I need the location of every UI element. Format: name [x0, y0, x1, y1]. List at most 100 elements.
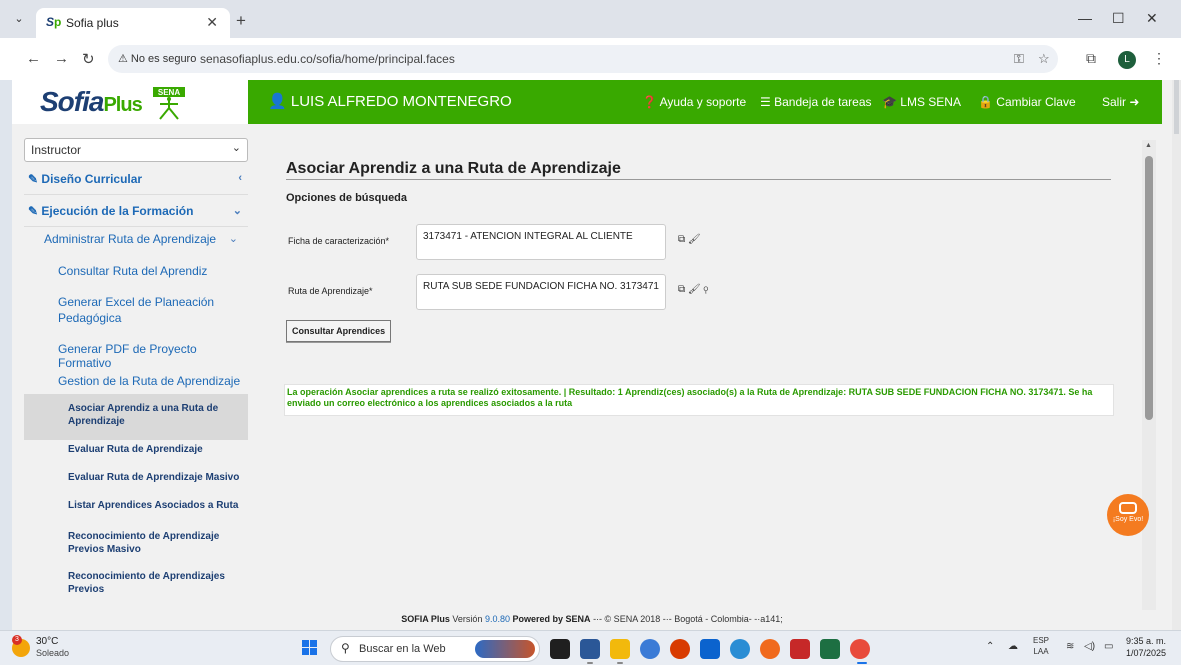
sena-logo: SENA — [153, 87, 185, 120]
clear-brush-icon[interactable]: 🖌 — [688, 234, 701, 245]
new-tab-button[interactable]: + — [236, 11, 246, 31]
title-divider — [286, 179, 1111, 180]
browser-menu-icon[interactable]: ⋮ — [1152, 50, 1166, 67]
battery-icon[interactable]: ▭ — [1104, 641, 1113, 652]
main-content: Asociar Aprendiz a una Ruta de Aprendiza… — [258, 140, 1138, 610]
success-message: La operación Asociar aprendices a ruta s… — [284, 384, 1114, 416]
sofiaplus-logo[interactable]: SofiaPlus — [40, 86, 143, 118]
ruta-tools: ⧉ 🖌 ⚲ — [678, 284, 708, 295]
weather-description[interactable]: Soleado — [36, 648, 69, 658]
chevron-down-icon: ⌄ — [232, 205, 242, 217]
chevron-left-icon: ‹ — [238, 172, 242, 184]
sidebar-item-consultar-ruta[interactable]: Consultar Ruta del Aprendiz — [58, 264, 248, 278]
change-password-link[interactable]: 🔒 Cambiar Clave — [978, 95, 1076, 109]
password-key-icon[interactable]: ⚿ — [1014, 51, 1024, 67]
browser-tab[interactable]: Sp Sofia plus ✕ — [36, 8, 230, 38]
sidebar-item-administrar-ruta[interactable]: Administrar Ruta de Aprendizaje ⌄ — [44, 232, 248, 246]
chat-bot-icon — [1119, 502, 1137, 514]
bookmark-star-icon[interactable]: ☆ — [1038, 51, 1050, 67]
search-highlight-image — [475, 640, 535, 658]
page-scrollbar[interactable] — [1172, 80, 1181, 630]
file-explorer-icon[interactable] — [610, 639, 630, 659]
lms-link[interactable]: 🎓 LMS SENA — [882, 95, 961, 109]
extensions-icon[interactable]: ⧉ — [1086, 50, 1096, 67]
close-tab-icon[interactable]: ✕ — [206, 14, 218, 31]
wifi-icon[interactable]: ≋ — [1066, 641, 1074, 652]
back-button[interactable]: ← — [26, 50, 41, 67]
svg-text:SENA: SENA — [158, 88, 180, 97]
maximize-button[interactable]: ☐ — [1112, 10, 1125, 27]
ficha-textarea[interactable]: 3173471 - ATENCION INTEGRAL AL CLIENTE — [416, 224, 666, 260]
system-clock[interactable]: 9:35 a. m. 1/07/2025 — [1126, 635, 1166, 659]
input-language[interactable]: ESP LAA — [1033, 635, 1049, 657]
excel-icon[interactable] — [820, 639, 840, 659]
ruta-label: Ruta de Aprendizaje* — [288, 286, 373, 296]
site-favicon: Sp — [46, 15, 62, 29]
page-title: Asociar Aprendiz a una Ruta de Aprendiza… — [286, 160, 621, 177]
cloud-icon[interactable]: ☁ — [1008, 641, 1018, 652]
sidebar-item-evaluar-ruta-masivo[interactable]: Evaluar Ruta de Aprendizaje Masivo — [68, 472, 248, 483]
sidebar-item-excel-planeacion[interactable]: Generar Excel de Planeación Pedagógica — [58, 294, 228, 326]
sidebar-item-pdf-proyecto[interactable]: Generar PDF de Proyecto Formativo — [58, 342, 248, 370]
scroll-thumb[interactable] — [1145, 156, 1153, 420]
forward-button[interactable]: → — [54, 50, 69, 67]
select-icon[interactable]: ⧉ — [678, 284, 685, 295]
security-app-icon[interactable] — [790, 639, 810, 659]
chrome-icon[interactable] — [850, 639, 870, 659]
edge-icon[interactable] — [730, 639, 750, 659]
chat-assistant-button[interactable]: ¡Soy Evo! — [1107, 494, 1149, 536]
page-footer: SOFIA Plus Versión 9.0.80 Powered by SEN… — [12, 610, 1172, 630]
tab-search-button[interactable]: ⌄ — [10, 10, 28, 28]
task-view-icon[interactable] — [550, 639, 570, 659]
reload-button[interactable]: ↻ — [82, 50, 95, 68]
firefox-icon[interactable] — [760, 639, 780, 659]
sidebar: Instructor ⌄ ✎ Diseño Curricular ‹ ✎ Eje… — [12, 124, 248, 630]
scroll-up-arrow[interactable]: ▲ — [1145, 142, 1152, 149]
address-bar[interactable]: ⚠ No es seguro senasofiaplus.edu.co/sofi… — [108, 45, 1058, 73]
search-icon: ⚲ — [341, 641, 350, 655]
logout-link[interactable]: Salir ➜ — [1102, 95, 1139, 109]
taskbar-search[interactable]: ⚲ Buscar en la Web — [330, 636, 540, 662]
sidebar-item-ejecucion-formacion[interactable]: ✎ Ejecución de la Formación ⌄ — [28, 204, 252, 218]
ruta-textarea[interactable]: RUTA SUB SEDE FUNDACION FICHA NO. 317347… — [416, 274, 666, 310]
windows-start-icon[interactable] — [302, 640, 318, 656]
photos-icon[interactable] — [640, 639, 660, 659]
volume-icon[interactable]: ◁) — [1084, 641, 1095, 652]
sidebar-item-asociar-aprendiz[interactable]: Asociar Aprendiz a una Ruta de Aprendiza… — [68, 402, 228, 428]
security-indicator[interactable]: ⚠ No es seguro — [118, 52, 196, 65]
consultar-aprendices-button[interactable]: Consultar Aprendices — [286, 320, 392, 342]
sidebar-item-diseno-curricular[interactable]: ✎ Diseño Curricular ‹ — [28, 172, 252, 186]
profile-avatar[interactable]: L — [1118, 51, 1136, 69]
show-hidden-icons[interactable]: ⌃ — [986, 641, 994, 652]
select-icon[interactable]: ⧉ — [678, 234, 685, 245]
edit-icon: ✎ — [28, 172, 39, 186]
sidebar-item-reconocimiento-previos[interactable]: Reconocimiento de Aprendizajes Previos — [68, 570, 228, 596]
screen: ⌄ Sp Sofia plus ✕ + — ☐ ✕ ← → ↻ ⚠ No es … — [0, 0, 1181, 665]
chevron-down-icon: ⌄ — [231, 142, 241, 154]
help-link[interactable]: ❓ Ayuda y soporte — [642, 95, 746, 109]
sidebar-item-reconocimiento-masivo[interactable]: Reconocimiento de Aprendizaje Previos Ma… — [68, 530, 228, 556]
minimize-button[interactable]: — — [1078, 10, 1092, 26]
ficha-tools: ⧉ 🖌 — [678, 234, 701, 245]
tab-title: Sofia plus — [66, 16, 119, 30]
chevron-down-icon: ⌄ — [228, 233, 238, 245]
sidebar-item-evaluar-ruta[interactable]: Evaluar Ruta de Aprendizaje — [68, 444, 248, 455]
sidebar-item-listar-aprendices[interactable]: Listar Aprendices Asociados a Ruta — [68, 500, 248, 511]
search-icon[interactable]: ⚲ — [703, 284, 708, 295]
content-scrollbar[interactable]: ▲ — [1142, 140, 1156, 610]
office-icon[interactable] — [670, 639, 690, 659]
store-icon[interactable] — [700, 639, 720, 659]
task-tray-link[interactable]: ☰ Bandeja de tareas — [760, 95, 872, 109]
close-window-button[interactable]: ✕ — [1146, 10, 1158, 27]
page-scroll-thumb[interactable] — [1174, 80, 1179, 134]
word-icon[interactable] — [580, 639, 600, 659]
browser-toolbar: ← → ↻ ⚠ No es seguro senasofiaplus.edu.c… — [0, 38, 1181, 80]
taskbar: 3 30°C Soleado ⚲ Buscar en la Web ⌃ ☁ ES… — [0, 630, 1181, 665]
edit-icon: ✎ — [28, 204, 39, 218]
ficha-label: Ficha de caracterización* — [288, 236, 390, 246]
browser-tabstrip: ⌄ Sp Sofia plus ✕ + — ☐ ✕ — [0, 0, 1181, 38]
clear-brush-icon[interactable]: 🖌 — [688, 284, 701, 295]
weather-temperature[interactable]: 30°C — [36, 636, 58, 647]
url-text[interactable]: senasofiaplus.edu.co/sofia/home/principa… — [200, 52, 455, 66]
role-select[interactable]: Instructor ⌄ — [24, 138, 248, 162]
